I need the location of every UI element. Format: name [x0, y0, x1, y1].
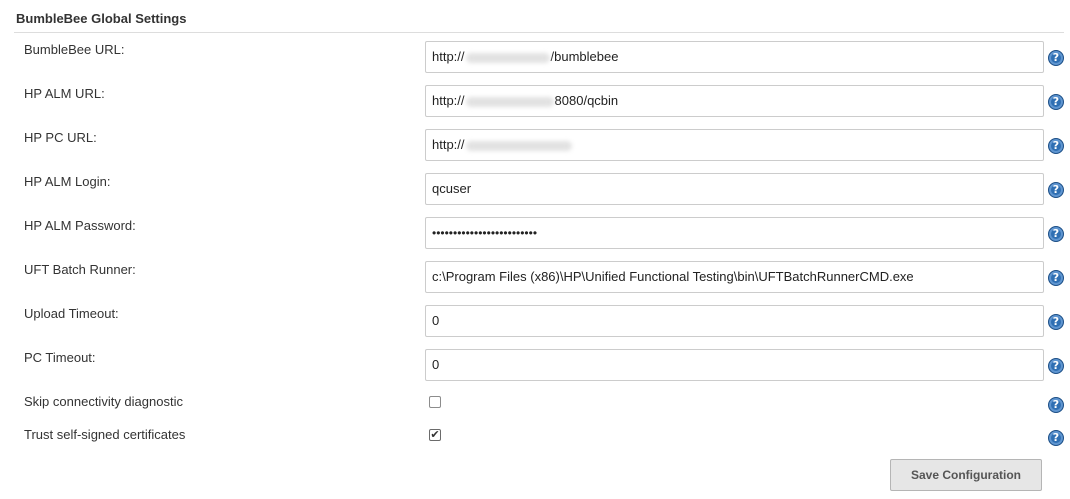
skip-diagnostic-checkbox[interactable] [429, 396, 441, 408]
pc-url-field[interactable]: http:// [425, 129, 1044, 161]
alm-url-field[interactable]: http:// 8080/qcbin [425, 85, 1044, 117]
help-icon-trust-certs[interactable]: ? [1048, 430, 1064, 446]
uft-runner-field[interactable]: c:\Program Files (x86)\HP\Unified Functi… [425, 261, 1044, 293]
alm-login-label: HP ALM Login: [24, 174, 111, 189]
upload-timeout-label: Upload Timeout: [24, 306, 119, 321]
bumblebee-url-field[interactable]: http:// /bumblebee [425, 41, 1044, 73]
redacted-host [465, 52, 550, 63]
upload-timeout-field[interactable]: 0 [425, 305, 1044, 337]
alm-password-label: HP ALM Password: [24, 218, 136, 233]
alm-url-prefix: http:// [432, 93, 465, 108]
save-configuration-button[interactable]: Save Configuration [890, 459, 1042, 491]
skip-diagnostic-label: Skip connectivity diagnostic [24, 394, 183, 409]
help-icon-alm-url[interactable]: ? [1048, 94, 1064, 110]
help-icon-alm-login[interactable]: ? [1048, 182, 1064, 198]
help-icon-skip-diagnostic[interactable]: ? [1048, 397, 1064, 413]
pc-url-prefix: http:// [432, 137, 465, 152]
help-icon-bumblebee-url[interactable]: ? [1048, 50, 1064, 66]
section-divider [14, 32, 1064, 33]
help-icon-pc-timeout[interactable]: ? [1048, 358, 1064, 374]
checkmark-icon: ✔ [430, 429, 440, 441]
alm-password-field[interactable]: ••••••••••••••••••••••••• [425, 217, 1044, 249]
pc-url-label: HP PC URL: [24, 130, 97, 145]
alm-login-field[interactable]: qcuser [425, 173, 1044, 205]
uft-runner-label: UFT Batch Runner: [24, 262, 136, 277]
bumblebee-url-label: BumbleBee URL: [24, 42, 125, 57]
trust-certs-checkbox[interactable]: ✔ [429, 429, 441, 441]
pc-timeout-label: PC Timeout: [24, 350, 96, 365]
alm-url-label: HP ALM URL: [24, 86, 105, 101]
help-icon-upload-timeout[interactable]: ? [1048, 314, 1064, 330]
bumblebee-url-prefix: http:// [432, 49, 465, 64]
help-icon-pc-url[interactable]: ? [1048, 138, 1064, 154]
redacted-host [465, 96, 554, 107]
redacted-host [465, 140, 572, 151]
bumblebee-url-suffix: /bumblebee [550, 49, 619, 64]
section-title: BumbleBee Global Settings [16, 11, 187, 26]
alm-url-suffix: 8080/qcbin [554, 93, 619, 108]
help-icon-alm-password[interactable]: ? [1048, 226, 1064, 242]
help-icon-uft-runner[interactable]: ? [1048, 270, 1064, 286]
pc-timeout-field[interactable]: 0 [425, 349, 1044, 381]
trust-certs-label: Trust self-signed certificates [24, 427, 186, 442]
